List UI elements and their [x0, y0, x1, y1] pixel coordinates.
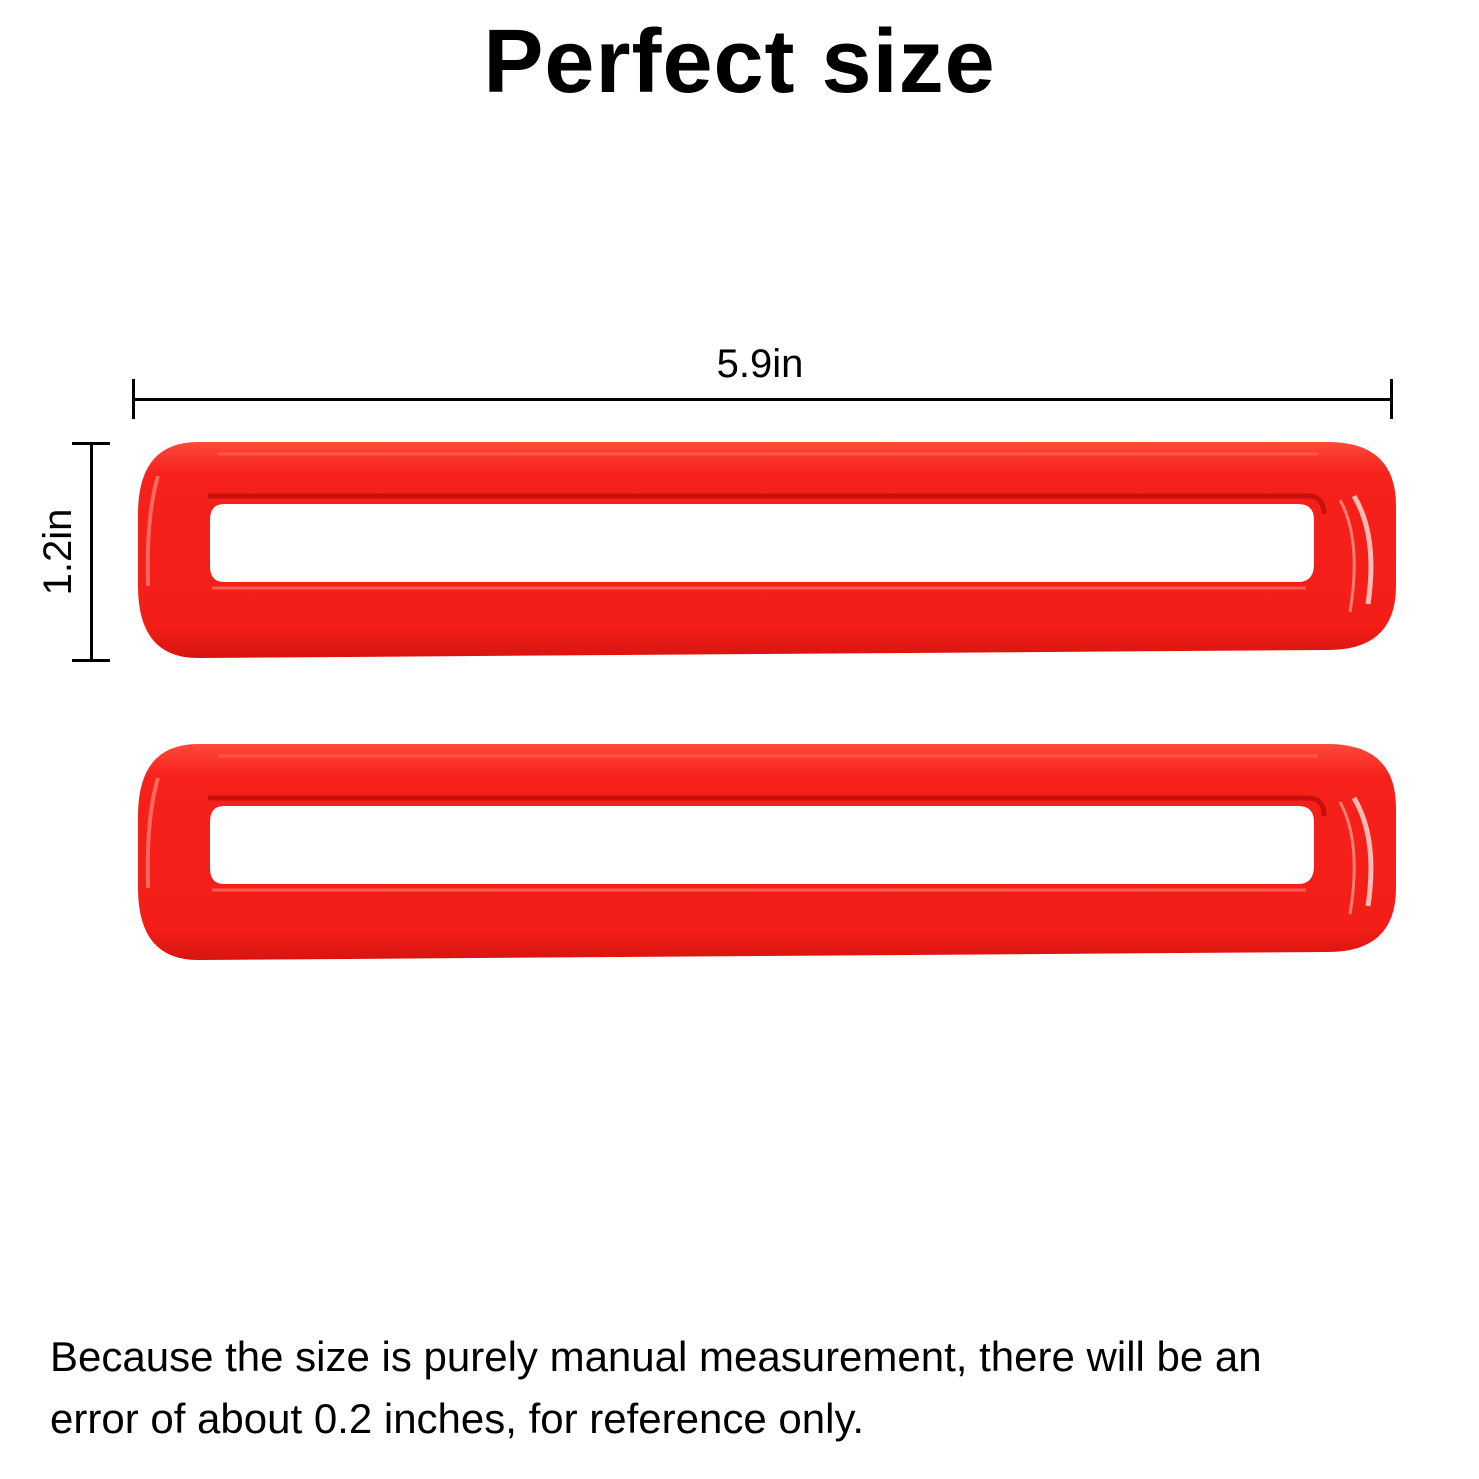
- width-dimension-label: 5.9in: [716, 342, 804, 386]
- page-title: Perfect size: [483, 12, 996, 112]
- height-dimension-line: [90, 442, 93, 662]
- width-dimension-left-tick: [132, 379, 135, 419]
- height-dimension-top-tick: [72, 442, 110, 445]
- measurement-disclaimer: Because the size is purely manual measur…: [50, 1326, 1460, 1450]
- width-dimension-line: [133, 398, 1393, 401]
- disclaimer-line-1: Because the size is purely manual measur…: [50, 1333, 1262, 1380]
- width-dimension-right-tick: [1390, 379, 1393, 419]
- product-frame-bottom: [128, 738, 1408, 964]
- height-dimension-bottom-tick: [72, 659, 110, 662]
- disclaimer-line-2: error of about 0.2 inches, for reference…: [50, 1395, 864, 1442]
- height-dimension-label: 1.2in: [36, 508, 80, 596]
- red-frame-image: [138, 442, 1396, 658]
- red-frame-image: [138, 744, 1396, 960]
- product-frame-top: [128, 436, 1408, 662]
